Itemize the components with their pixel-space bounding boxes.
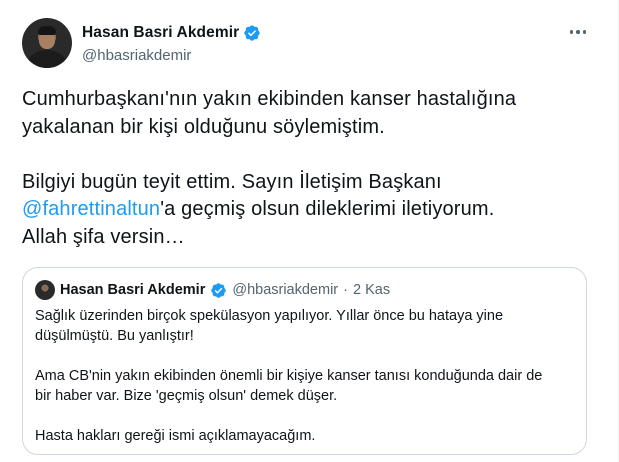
tweet-text-line: Cumhurbaşkanı'nın yakın ekibinden kanser… [22, 88, 517, 110]
tweet-text: Cumhurbaşkanı'nın yakın ekibinden kanser… [22, 86, 597, 251]
quoted-text-line: Ama CB'nin yakın ekibinden önemli bir ki… [35, 368, 543, 384]
author-header: Hasan Basri Akdemir [82, 24, 261, 42]
quoted-text-line: Hasta hakları gereği ismi açıklamayacağı… [35, 428, 316, 444]
tweet-text-line: Allah şifa versin… [22, 225, 185, 248]
verified-badge-icon [244, 25, 260, 41]
quoted-author-handle[interactable]: @hbasriakdemir [232, 282, 338, 298]
quoted-text-line: Sağlık üzerinden birçok spekülasyon yapı… [35, 308, 504, 324]
quoted-text-line: düşülmüştü. Bu yanlıştır! [35, 328, 194, 344]
author-handle[interactable]: @hbasriakdemir [82, 47, 191, 64]
meta-separator: · [343, 282, 348, 298]
mention-link[interactable]: @fahrettinaltun [22, 198, 160, 220]
quoted-tweet-text: Sağlık üzerinden birçok spekülasyon yapı… [35, 306, 565, 446]
quoted-tweet-date[interactable]: 2 Kas [353, 282, 390, 298]
author-name[interactable]: Hasan Basri Akdemir [82, 24, 239, 42]
verified-badge-icon [211, 282, 227, 298]
tweet-text-line: Bilgiyi bugün teyit ettim. Sayın İletişi… [22, 170, 442, 193]
quoted-author-name[interactable]: Hasan Basri Akdemir [60, 282, 205, 298]
tweet-text-line-with-mention: @fahrettinaltun'a geçmiş olsun dilekleri… [22, 196, 597, 224]
quoted-text-line: bir haber var. Bize 'geçmiş olsun' demek… [35, 388, 338, 404]
tweet-card: Hasan Basri Akdemir @hbasriakdemir Cumhu… [0, 0, 619, 462]
author-avatar[interactable] [22, 18, 72, 68]
more-options-icon[interactable] [567, 22, 589, 42]
tweet-text-line: yakalanan bir kişi olduğunu söylemiştim. [22, 115, 385, 138]
quoted-tweet-header: Hasan Basri Akdemir @hbasriakdemir · 2 K… [35, 280, 390, 300]
quoted-tweet[interactable]: Hasan Basri Akdemir @hbasriakdemir · 2 K… [22, 267, 587, 455]
quoted-author-avatar[interactable] [35, 280, 55, 300]
tweet-text-fragment: 'a geçmiş olsun dileklerimi iletiyorum. [160, 198, 495, 220]
